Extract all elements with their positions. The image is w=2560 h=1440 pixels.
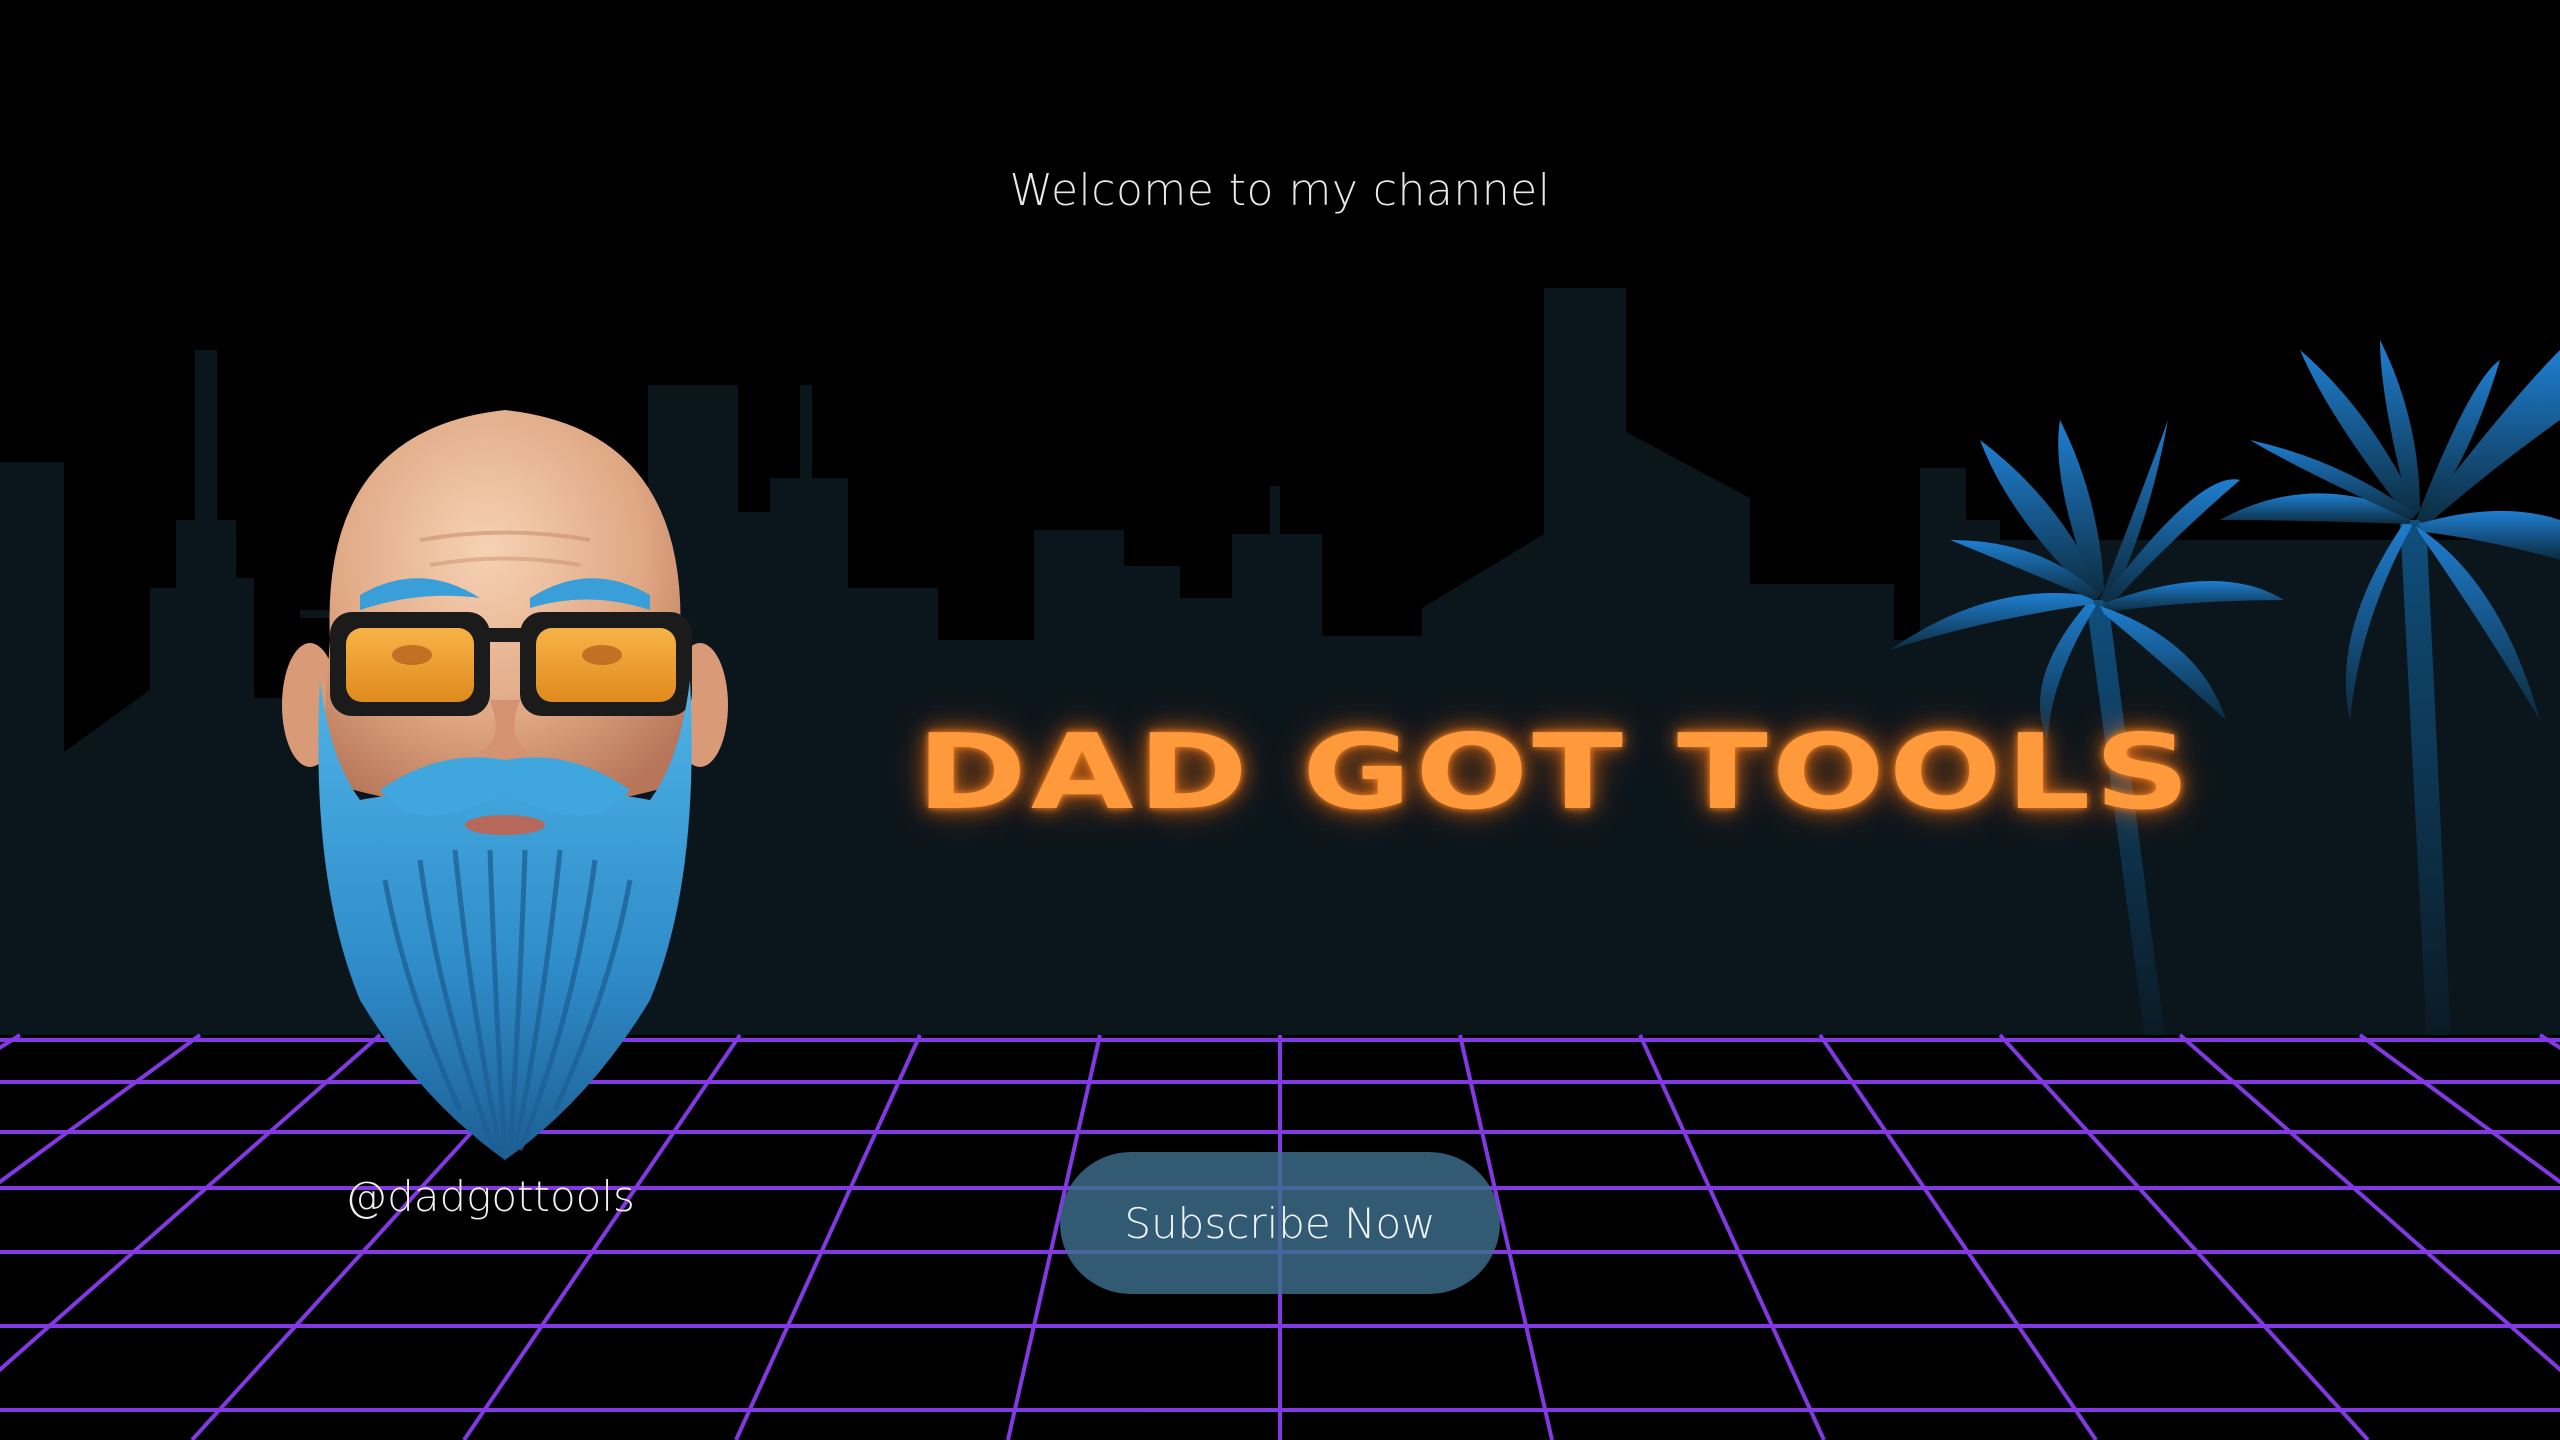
welcome-heading: Welcome to my channel	[1009, 165, 1551, 216]
channel-title: DAD GOT TOOLS	[916, 711, 2195, 833]
subscribe-button[interactable]: Subscribe Now	[1060, 1152, 1500, 1294]
channel-banner: Welcome to my channel DAD GOT TOOLS @dad…	[0, 0, 2560, 1440]
channel-handle: @dadgottools	[345, 1172, 635, 1221]
